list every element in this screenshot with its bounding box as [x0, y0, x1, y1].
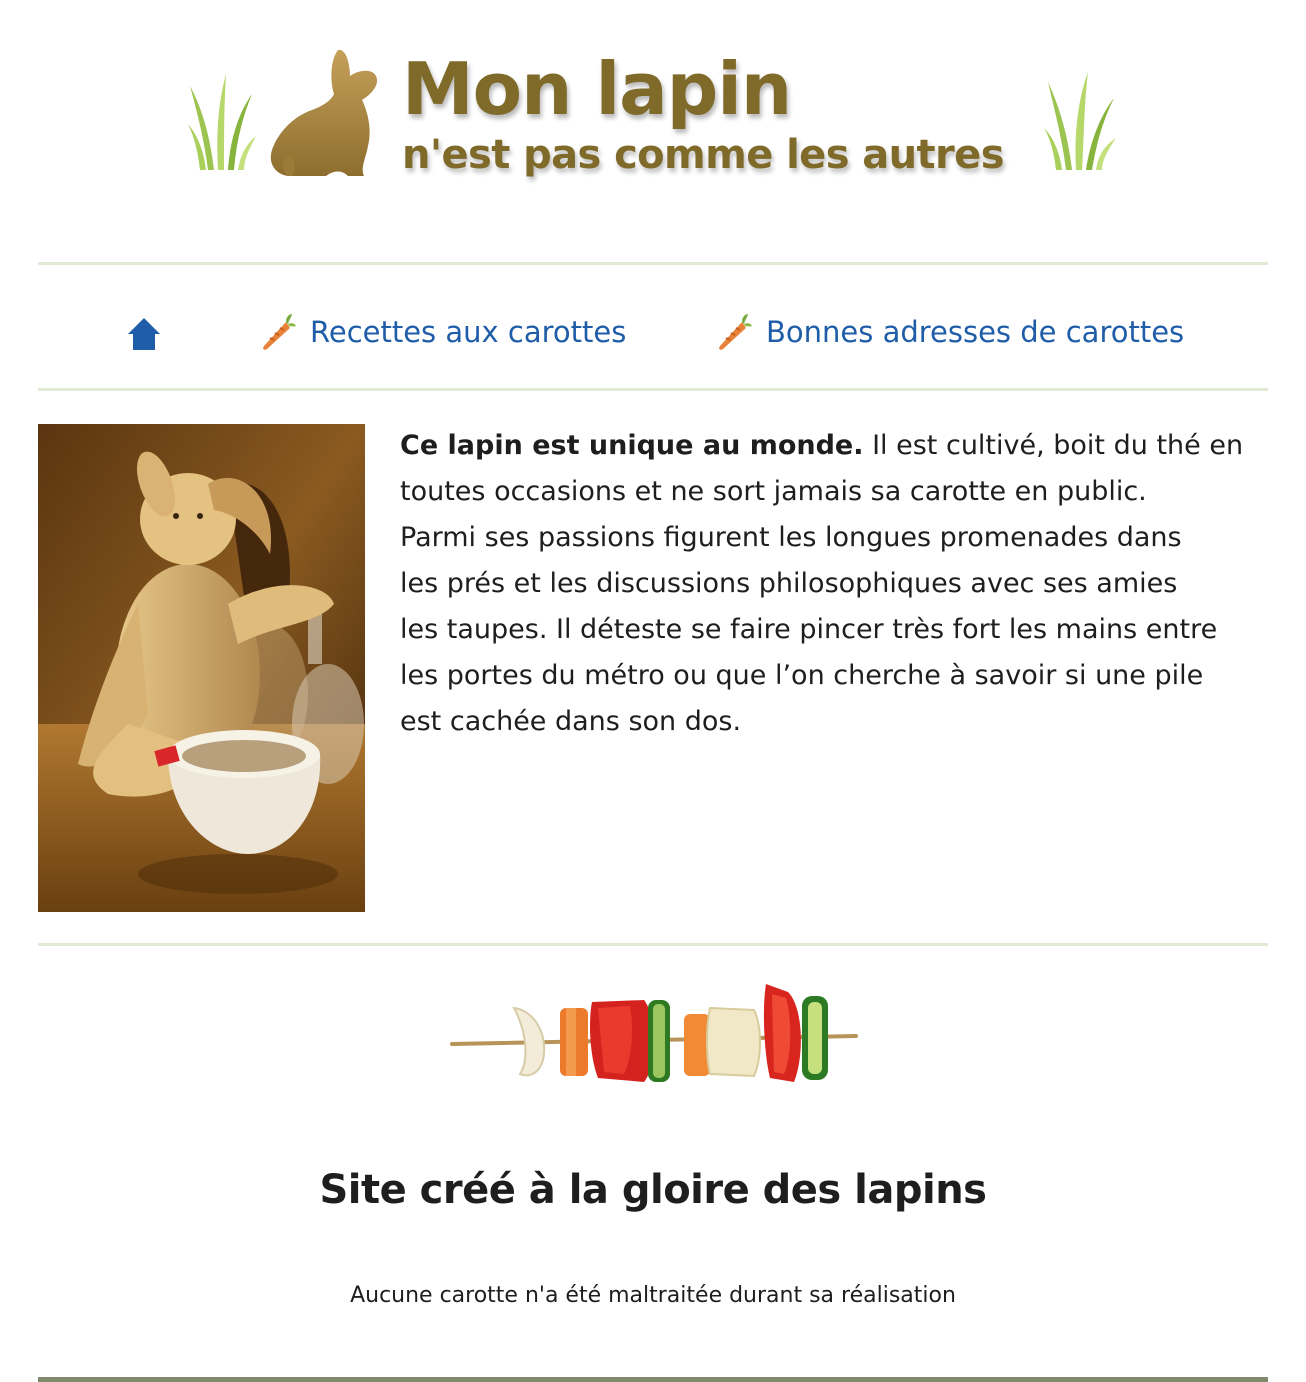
separator — [38, 943, 1268, 946]
home-icon — [128, 318, 160, 350]
intro-text: Il est cultivé, boit du thé en — [863, 430, 1244, 461]
intro-line: les prés et les discussions philosophiqu… — [400, 568, 1178, 599]
nav-link-label: Bonnes adresses de carottes — [766, 315, 1185, 349]
nav-link-label: Recettes aux carottes — [310, 315, 627, 349]
footer-title: Site créé à la gloire des lapins — [319, 1167, 987, 1213]
intro-line: les taupes. Il déteste se faire pincer t… — [400, 614, 1218, 645]
separator — [38, 262, 1268, 265]
intro-line: Parmi ses passions figurent les longues … — [400, 522, 1182, 553]
logo-subtitle: n'est pas comme les autres — [402, 132, 1005, 178]
nav-link-recettes[interactable]: Recettes aux carottes — [258, 312, 626, 352]
logo-title: Mon lapin — [402, 47, 792, 131]
intro-line: Ce lapin est unique au monde. Il est cul… — [400, 423, 1280, 469]
footer-note: Aucune carotte n'a été maltraitée durant… — [350, 1283, 956, 1308]
home-link[interactable] — [124, 314, 164, 354]
intro-line: les portes du métro ou que l’on cherche … — [400, 660, 1204, 691]
carrot-icon — [263, 314, 296, 350]
intro-line: toutes occasions et ne sort jamais sa ca… — [400, 476, 1147, 507]
intro-bold: Ce lapin est unique au monde. — [400, 430, 864, 461]
separator — [38, 388, 1268, 391]
grass-icon — [188, 74, 256, 170]
bottom-border — [38, 1377, 1268, 1382]
rabbit-logo-icon — [270, 49, 378, 176]
carrot-icon — [719, 314, 752, 350]
grass-icon — [1044, 72, 1116, 170]
vegetable-skewer-image — [450, 984, 858, 1082]
site-header: Mon lapin n'est pas comme les autres — [0, 0, 1306, 240]
nav-link-adresses[interactable]: Bonnes adresses de carottes — [714, 312, 1184, 352]
main-navigation: Recettes aux carottes Bonnes adresses de… — [0, 300, 1306, 370]
intro-paragraph: Ce lapin est unique au monde. Il est cul… — [400, 423, 1280, 745]
intro-line: est cachée dans son dos. — [400, 706, 742, 737]
rabbit-plush-photo — [38, 424, 365, 912]
